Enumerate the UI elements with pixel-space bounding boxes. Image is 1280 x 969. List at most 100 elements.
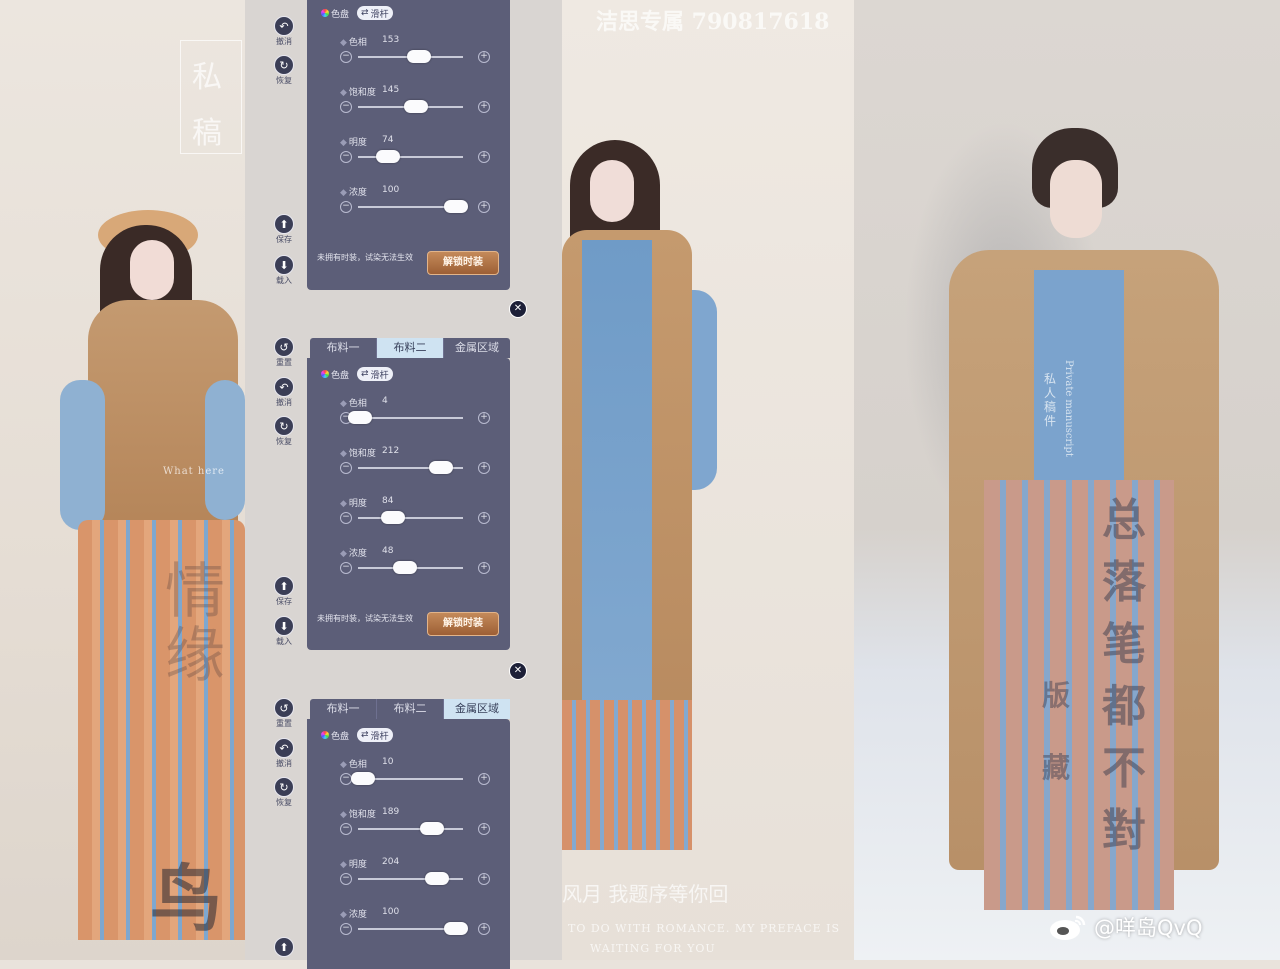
slider-handle[interactable] [406, 50, 431, 63]
slider-value: 100 [382, 907, 400, 917]
increase-button[interactable]: + [478, 412, 490, 424]
slider-handle[interactable] [443, 922, 468, 935]
slider-value: 84 [382, 496, 394, 506]
save-icon: ⬆ [274, 937, 294, 957]
increase-button[interactable]: + [478, 462, 490, 474]
increase-button[interactable]: + [478, 512, 490, 524]
palette-mode-button[interactable]: 色盘 [317, 367, 353, 381]
dye-panel-column: 色盘 ⇄ 滑杆 ◆ 色相 153− + ◆ 饱和度 145− + ◆ 明度 74− + ◆ 浓度 100− + … [245, 0, 562, 969]
increase-button[interactable]: + [478, 51, 490, 63]
increase-button[interactable]: + [478, 773, 490, 785]
decrease-button[interactable]: − [340, 201, 352, 213]
palette-icon [321, 370, 329, 378]
slider-value: 212 [382, 446, 400, 456]
slider-handle[interactable] [403, 100, 428, 113]
unlock-outfit-button[interactable]: 解锁时装 [427, 251, 499, 275]
decrease-button[interactable]: − [340, 101, 352, 113]
slider-value: 100 [382, 185, 400, 195]
slider-mode-button[interactable]: ⇄ 滑杆 [357, 6, 393, 20]
tab-metal[interactable]: 金属区域 [444, 699, 510, 719]
seal-char-1: 私 [192, 60, 222, 95]
decrease-button[interactable]: − [340, 873, 352, 885]
restore-button[interactable]: ↻ 恢复 [271, 416, 297, 446]
slider-icon: ⇄ [361, 369, 369, 379]
slider-handle[interactable] [351, 772, 376, 785]
load-button[interactable]: ⬇ 载入 [271, 616, 297, 646]
close-button[interactable]: ✕ [509, 662, 527, 680]
increase-button[interactable]: + [478, 151, 490, 163]
tab-fabric-1[interactable]: 布料一 [310, 338, 377, 358]
caption-en-watermark-2: WAITING FOR YOU [590, 942, 716, 955]
slider-handle[interactable] [380, 511, 405, 524]
save-button[interactable]: ⬆ 保存 [271, 576, 297, 606]
tab-fabric-1[interactable]: 布料一 [310, 699, 377, 719]
save-icon: ⬆ [274, 576, 294, 596]
slider-row: ◆ 饱和度 189 − + [340, 807, 500, 847]
save-button[interactable]: ⬆ [271, 937, 297, 957]
decrease-button[interactable]: − [340, 773, 352, 785]
decrease-button[interactable]: − [340, 923, 352, 935]
palette-icon [321, 9, 329, 17]
slider-handle[interactable] [376, 150, 401, 163]
region-tabs-3: 布料一 布料二 金属区域 [310, 699, 510, 719]
increase-button[interactable]: + [478, 562, 490, 574]
increase-button[interactable]: + [478, 201, 490, 213]
decrease-button[interactable]: − [340, 823, 352, 835]
tab-fabric-2[interactable]: 布料二 [377, 338, 444, 358]
slider-handle[interactable] [393, 561, 418, 574]
restore-button[interactable]: ↻ 恢复 [271, 777, 297, 807]
slider-value: 204 [382, 857, 400, 867]
tab-metal[interactable]: 金属区域 [444, 338, 510, 358]
left-en-watermark: What here [163, 466, 225, 477]
load-button[interactable]: ⬇ 载入 [271, 255, 297, 285]
slider-mode-button[interactable]: ⇄ 滑杆 [357, 367, 393, 381]
palette-mode-button[interactable]: 色盘 [317, 6, 353, 20]
slider-value: 145 [382, 85, 400, 95]
load-icon: ⬇ [274, 255, 294, 275]
reset-button[interactable]: ↺ 重置 [271, 698, 297, 728]
decrease-button[interactable]: − [340, 562, 352, 574]
slider-track[interactable] [358, 417, 463, 419]
increase-button[interactable]: + [478, 873, 490, 885]
slider-mode-button[interactable]: ⇄ 滑杆 [357, 728, 393, 742]
increase-button[interactable]: + [478, 923, 490, 935]
unlock-outfit-button[interactable]: 解锁时装 [427, 612, 499, 636]
restore-icon: ↻ [274, 416, 294, 436]
slider-label: ◆ 浓度 [340, 549, 367, 559]
slider-value: 153 [382, 35, 400, 45]
caption-watermark: 风月 我题序等你回 [562, 882, 729, 906]
decrease-button[interactable]: − [340, 151, 352, 163]
increase-button[interactable]: + [478, 823, 490, 835]
reset-button[interactable]: ↺ 重置 [271, 337, 297, 367]
figure-face [1050, 160, 1102, 238]
decrease-button[interactable]: − [340, 51, 352, 63]
slider-track[interactable] [358, 156, 463, 158]
decrease-button[interactable]: − [340, 462, 352, 474]
slider-handle[interactable] [443, 200, 468, 213]
seal-char-2: 稿 [192, 116, 222, 151]
undo-button[interactable]: ↶ 撤消 [271, 16, 297, 46]
slider-handle[interactable] [428, 461, 453, 474]
slider-row: ◆ 浓度 100 − + [340, 185, 500, 225]
decrease-button[interactable]: − [340, 512, 352, 524]
slider-handle[interactable] [424, 872, 449, 885]
undo-button[interactable]: ↶ 撤消 [271, 377, 297, 407]
load-icon: ⬇ [274, 616, 294, 636]
restore-button[interactable]: ↻ 恢复 [271, 55, 297, 85]
slider-track[interactable] [358, 517, 463, 519]
slider-handle[interactable] [348, 411, 373, 424]
tab-fabric-2[interactable]: 布料二 [377, 699, 444, 719]
undo-button[interactable]: ↶ 撤消 [271, 738, 297, 768]
increase-button[interactable]: + [478, 101, 490, 113]
character-preview-left: 私 稿 鸟 情缘 What here [0, 0, 245, 960]
top-watermark: 洁思专属 790817618 [596, 9, 830, 35]
close-button[interactable]: ✕ [509, 300, 527, 318]
character-preview-right: 总落笔都不對 版 藏 私人稿件 Private manuscript [854, 0, 1280, 960]
brush-watermark: 鸟 [150, 856, 223, 941]
slider-handle[interactable] [419, 822, 444, 835]
slider-track[interactable] [358, 828, 463, 830]
save-button[interactable]: ⬆ 保存 [271, 214, 297, 244]
mode-toggle-2: 色盘 ⇄ 滑杆 [317, 366, 393, 382]
slider-row: ◆ 饱和度 145 − + [340, 85, 500, 125]
palette-mode-button[interactable]: 色盘 [317, 728, 353, 742]
